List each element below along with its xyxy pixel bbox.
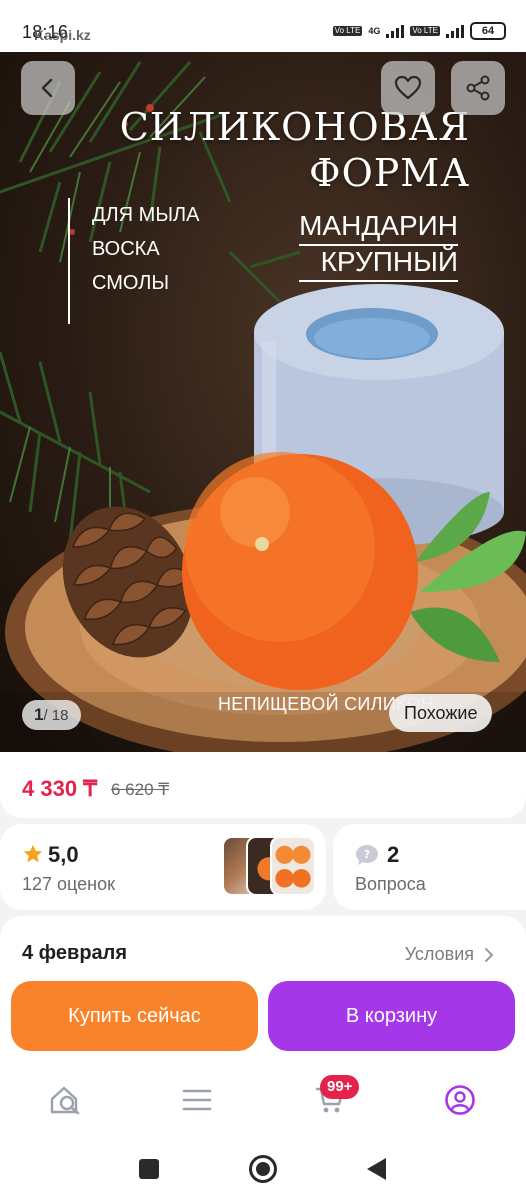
product-image-gallery[interactable]: СИЛИКОНОВАЯ ФОРМА ДЛЯ МЫЛА ВОСКА СМОЛЫ М…: [0, 52, 526, 752]
old-price: 6 620 ₸: [111, 780, 170, 799]
nav-profile[interactable]: [440, 1080, 480, 1120]
delivery-terms-link[interactable]: Условия: [405, 944, 494, 965]
chevron-right-icon: [485, 947, 493, 962]
signal-icon: [386, 24, 405, 38]
signal-icon-2: [446, 24, 464, 38]
share-button[interactable]: [451, 61, 505, 115]
hero-subtitle-line1: МАНДАРИН: [299, 210, 458, 246]
hero-use-item: ВОСКА: [92, 238, 160, 260]
volte-tag: Vo LTE: [332, 26, 363, 36]
profile-icon: [445, 1085, 475, 1115]
hero-use-item: ДЛЯ МЫЛА: [92, 204, 200, 226]
status-bar: 18:16 Kaspi.kz Vo LTE 4G Vo LTE 64: [0, 0, 526, 52]
favorite-button[interactable]: [381, 61, 435, 115]
nav-home[interactable]: [46, 1080, 86, 1120]
volte-tag-2: Vo LTE: [410, 26, 440, 36]
purchase-action-bar: Купить сейчас В корзину: [0, 966, 526, 1062]
delivery-date: 4 февраля: [22, 942, 128, 964]
pager-total: / 18: [43, 706, 69, 724]
buy-now-button[interactable]: Купить сейчас: [11, 981, 258, 1051]
home-search-icon: [50, 1086, 80, 1115]
bottom-navigation: 99+: [0, 1062, 526, 1138]
share-icon: [466, 75, 490, 101]
rating-count: 127 оценок: [22, 874, 115, 894]
star-icon: [23, 844, 43, 863]
rating-value: 5,0: [48, 842, 79, 867]
similar-button[interactable]: Похожие: [389, 694, 493, 732]
add-to-cart-button[interactable]: В корзину: [268, 981, 515, 1051]
price-card: 4 330 ₸ 6 620 ₸: [0, 752, 526, 818]
review-photo-thumb[interactable]: [270, 836, 316, 896]
current-price: 4 330 ₸: [22, 776, 98, 801]
questions-count: 2: [387, 842, 400, 867]
system-navigation-bar: [0, 1138, 526, 1200]
hero-title: СИЛИКОНОВАЯ ФОРМА: [120, 104, 470, 196]
question-bubble-icon: ?: [356, 845, 378, 865]
catalog-menu-icon: [182, 1089, 212, 1111]
system-back-button[interactable]: [367, 1158, 386, 1180]
status-indicators: Vo LTE 4G Vo LTE 64: [332, 22, 506, 40]
cart-badge: 99+: [320, 1075, 360, 1099]
system-home-button[interactable]: [249, 1155, 277, 1183]
review-photos[interactable]: [222, 836, 318, 898]
svg-text:?: ?: [364, 848, 370, 861]
heart-icon: [394, 75, 422, 100]
hero-subtitle: МАНДАРИН КРУПНЫЙ: [299, 210, 458, 282]
hero-use-item: СМОЛЫ: [92, 272, 170, 294]
nav-catalog[interactable]: [177, 1080, 217, 1120]
recent-apps-button[interactable]: [139, 1159, 159, 1179]
battery-icon: 64: [470, 22, 506, 40]
back-button[interactable]: [21, 61, 75, 115]
network-type: 4G: [368, 26, 381, 36]
chevron-left-icon: [41, 78, 53, 98]
hero-subtitle-line2: КРУПНЫЙ: [299, 246, 458, 282]
image-pager: 1 / 18: [22, 700, 81, 730]
rating-card[interactable]: 5,0 127 оценок: [0, 824, 326, 910]
hero-uses-list: ДЛЯ МЫЛА ВОСКА СМОЛЫ: [68, 198, 200, 324]
questions-card[interactable]: ? 2 Вопроса: [333, 824, 526, 910]
delivery-terms-label: Условия: [404, 944, 474, 964]
pager-current: 1: [34, 705, 44, 724]
hero-title-line2: ФОРМА: [309, 151, 470, 195]
url-watermark: Kaspi.kz: [34, 27, 91, 43]
questions-label: Вопроса: [355, 874, 426, 894]
